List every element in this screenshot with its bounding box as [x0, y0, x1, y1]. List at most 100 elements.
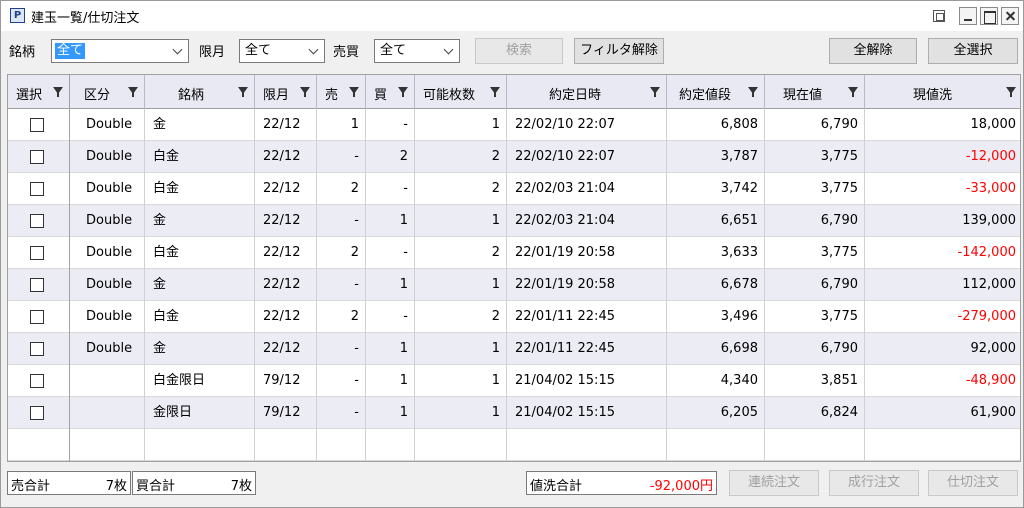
- buy-cell: 1: [366, 269, 415, 301]
- filter-icon[interactable]: [53, 87, 63, 97]
- brand-cell: 白金: [145, 301, 255, 333]
- row-select-checkbox[interactable]: [30, 118, 44, 132]
- table-row[interactable]: Double 金 22/12-1 1 22/01/11 22:45 6,698 6,790 9…: [8, 333, 1020, 365]
- sell-cell: -: [317, 269, 366, 301]
- type-cell: Double: [70, 269, 145, 301]
- filter-clear-button[interactable]: フィルタ解除: [574, 38, 664, 64]
- filter-icon[interactable]: [848, 87, 858, 97]
- search-button[interactable]: 検索: [475, 38, 563, 64]
- sell-cell: 1: [317, 109, 366, 141]
- brand-filter-select[interactable]: 全て: [51, 39, 189, 63]
- select-cell: [8, 109, 70, 141]
- filter-icon[interactable]: [349, 87, 359, 97]
- restore-window-icon[interactable]: [930, 7, 948, 25]
- column-header-available-qty[interactable]: 可能枚数: [415, 75, 507, 109]
- table-row[interactable]: Double 白金 22/12-2 2 22/02/10 22:07 3,787 3,775…: [8, 141, 1020, 173]
- available-qty-cell: [415, 429, 507, 461]
- sell-total-box: 売合計 7枚: [7, 471, 131, 495]
- type-cell: Double: [70, 333, 145, 365]
- column-header-current-price[interactable]: 現在値: [765, 75, 865, 109]
- type-cell: [70, 429, 145, 461]
- column-header-month[interactable]: 限月: [255, 75, 317, 109]
- buy-cell: [366, 429, 415, 461]
- exec-price-cell: 6,698: [667, 333, 765, 365]
- table-row[interactable]: 金限日 79/12-1 1 21/04/02 15:15 6,205 6,824 61,90…: [8, 397, 1020, 429]
- column-header-type[interactable]: 区分: [70, 75, 145, 109]
- exec-price-cell: 3,742: [667, 173, 765, 205]
- filter-icon[interactable]: [490, 87, 500, 97]
- column-header-brand[interactable]: 銘柄: [145, 75, 255, 109]
- column-header-datetime[interactable]: 約定日時: [507, 75, 667, 109]
- pl-total-label: 値洗合計: [530, 479, 583, 494]
- column-header-sell[interactable]: 売: [317, 75, 366, 109]
- filter-icon[interactable]: [128, 87, 138, 97]
- row-select-checkbox[interactable]: [30, 374, 44, 388]
- column-header-exec-price[interactable]: 約定値段: [667, 75, 765, 109]
- brand-cell: [145, 429, 255, 461]
- row-select-checkbox[interactable]: [30, 150, 44, 164]
- datetime-cell: 21/04/02 15:15: [507, 397, 667, 429]
- month-cell: 22/12: [255, 173, 317, 205]
- available-qty-cell: 2: [415, 141, 507, 173]
- available-qty-cell: 1: [415, 397, 507, 429]
- maximize-button[interactable]: [980, 7, 998, 25]
- available-qty-cell: 1: [415, 269, 507, 301]
- table-row[interactable]: Double 金 22/12-1 1 22/01/19 20:58 6,678 6,790 1…: [8, 269, 1020, 301]
- month-filter-select[interactable]: 全て: [239, 39, 325, 63]
- consecutive-order-button[interactable]: 連続注文: [729, 470, 819, 496]
- table-row[interactable]: Double 白金 22/12 2-2 22/01/19 20:58 3,633 3,775…: [8, 237, 1020, 269]
- select-cell: [8, 397, 70, 429]
- mtm-cell: -12,000: [965, 149, 1016, 164]
- table-row[interactable]: Double 白金 22/12 2-2 22/01/11 22:45 3,496 3,775…: [8, 301, 1020, 333]
- select-all-button[interactable]: 全選択: [928, 38, 1018, 64]
- current-price-cell: 3,775: [765, 173, 865, 205]
- filter-icon[interactable]: [300, 87, 310, 97]
- brand-cell: 白金: [145, 141, 255, 173]
- minimize-button[interactable]: [959, 7, 977, 25]
- current-price-cell: 3,775: [765, 237, 865, 269]
- table-row[interactable]: Double 金 22/12 1-1 22/02/10 22:07 6,808 6,790 1…: [8, 109, 1020, 141]
- row-select-checkbox[interactable]: [30, 310, 44, 324]
- table-row[interactable]: [8, 429, 1020, 461]
- buy-cell: -: [366, 301, 415, 333]
- column-header-buy[interactable]: 買: [366, 75, 415, 109]
- brand-filter-label: 銘柄: [9, 45, 36, 60]
- row-select-checkbox[interactable]: [30, 182, 44, 196]
- month-cell: 22/12: [255, 237, 317, 269]
- table-row[interactable]: Double 金 22/12-1 1 22/02/03 21:04 6,651 6,790 1…: [8, 205, 1020, 237]
- sell-cell: 2: [317, 301, 366, 333]
- close-order-button[interactable]: 仕切注文: [928, 470, 1018, 496]
- mtm-cell: -33,000: [965, 181, 1016, 196]
- filter-icon[interactable]: [1006, 87, 1016, 97]
- sell-cell: 2: [317, 237, 366, 269]
- table-row[interactable]: 白金限日 79/12-1 1 21/04/02 15:15 4,340 3,851 -48,…: [8, 365, 1020, 397]
- side-filter-select[interactable]: 全て: [374, 39, 460, 63]
- row-select-checkbox[interactable]: [30, 342, 44, 356]
- table-row[interactable]: Double 白金 22/12 2-2 22/02/03 21:04 3,742 3,775…: [8, 173, 1020, 205]
- market-order-button[interactable]: 成行注文: [829, 470, 919, 496]
- month-cell: 22/12: [255, 205, 317, 237]
- filter-icon[interactable]: [650, 87, 660, 97]
- row-select-checkbox[interactable]: [30, 406, 44, 420]
- type-cell: Double: [70, 141, 145, 173]
- filter-icon[interactable]: [748, 87, 758, 97]
- positions-table: 選択 区分 銘柄 限月 売 買 可能枚数 約定日時 約定値段 現在値 現値洗 D…: [7, 74, 1021, 462]
- month-cell: 79/12: [255, 397, 317, 429]
- row-select-checkbox[interactable]: [30, 214, 44, 228]
- buy-cell: 1: [366, 333, 415, 365]
- column-header-mtm[interactable]: 現値洗: [865, 75, 1020, 109]
- row-select-checkbox[interactable]: [30, 246, 44, 260]
- filter-icon[interactable]: [398, 87, 408, 97]
- deselect-all-button[interactable]: 全解除: [829, 38, 917, 64]
- sell-total-value: 7枚: [105, 479, 127, 494]
- chevron-down-icon: [172, 44, 184, 58]
- close-button[interactable]: [1001, 7, 1019, 25]
- mtm-cell: -142,000: [957, 245, 1016, 260]
- filter-icon[interactable]: [238, 87, 248, 97]
- exec-price-cell: 6,651: [667, 205, 765, 237]
- select-cell: [8, 141, 70, 173]
- column-header-select[interactable]: 選択: [8, 75, 70, 109]
- available-qty-cell: 1: [415, 205, 507, 237]
- row-select-checkbox[interactable]: [30, 278, 44, 292]
- side-filter-value: 全て: [380, 43, 407, 58]
